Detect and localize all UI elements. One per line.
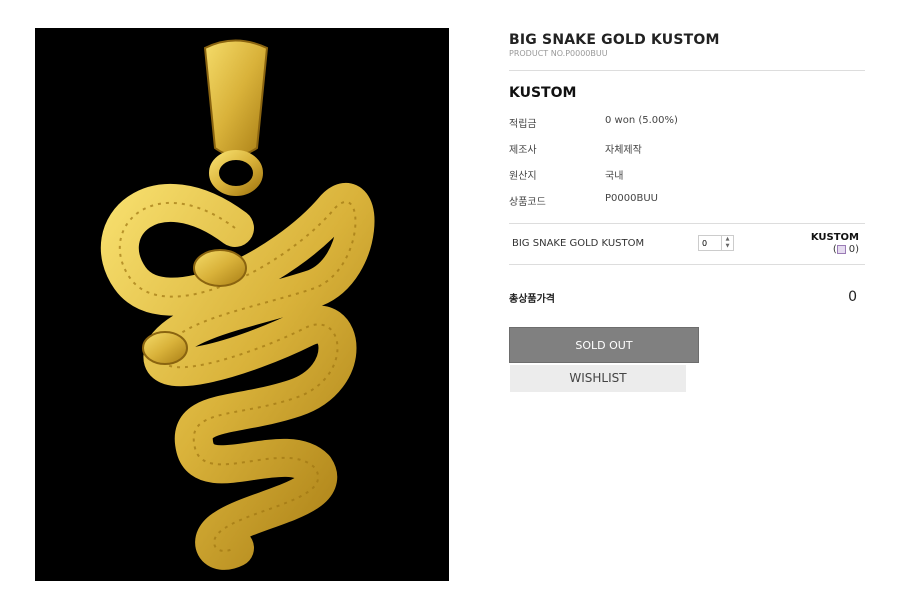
option-mileage: (0)	[811, 244, 859, 256]
quantity-up-icon[interactable]: ▲	[722, 236, 733, 243]
option-mileage-value: 0)	[848, 244, 859, 255]
wishlist-button[interactable]: WISHLIST	[510, 365, 686, 392]
spec-row-manufacturer: 제조사 자체제작	[509, 141, 865, 167]
snake-pendant-illustration	[100, 39, 375, 570]
spec-table: 적립금 0 won (5.00%) 제조사 자체제작 원산지 국내 상품코드 P…	[509, 115, 865, 219]
spec-value: 자체제작	[605, 145, 642, 156]
spec-value: P0000BUU	[605, 193, 658, 204]
option-row: BIG SNAKE GOLD KUSTOM ▲ ▼ KUSTOM (0)	[509, 223, 865, 265]
product-number: PRODUCT NO.P0000BUU	[509, 49, 608, 58]
spec-key: 적립금	[509, 119, 537, 130]
option-price-block: KUSTOM (0)	[811, 232, 859, 256]
option-price: KUSTOM	[810, 232, 859, 243]
product-image	[35, 28, 449, 581]
quantity-input[interactable]	[699, 236, 722, 250]
spec-row-mileage: 적립금 0 won (5.00%)	[509, 115, 865, 141]
spec-value: 0 won (5.00%)	[605, 115, 678, 126]
product-price: KUSTOM	[509, 85, 577, 101]
divider	[509, 70, 865, 71]
option-name: BIG SNAKE GOLD KUSTOM	[512, 238, 645, 249]
spec-row-code: 상품코드 P0000BUU	[509, 193, 865, 219]
spec-key: 원산지	[509, 171, 537, 182]
sold-out-button[interactable]: SOLD OUT	[509, 327, 699, 363]
total-price-label: 총상품가격	[509, 293, 555, 305]
mileage-icon	[836, 244, 846, 254]
total-price-row: 총상품가격 0	[509, 289, 865, 305]
spec-value: 국내	[605, 171, 624, 182]
product-info-panel: BIG SNAKE GOLD KUSTOM PRODUCT NO.P0000BU…	[509, 28, 865, 392]
quantity-spin: ▲ ▼	[721, 236, 733, 250]
product-title: BIG SNAKE GOLD KUSTOM	[509, 32, 720, 48]
total-price-value: 0	[848, 289, 857, 305]
quantity-down-icon[interactable]: ▼	[722, 243, 733, 250]
spec-row-origin: 원산지 국내	[509, 167, 865, 193]
quantity-stepper: ▲ ▼	[698, 235, 734, 251]
spec-key: 제조사	[509, 145, 537, 156]
spec-key: 상품코드	[509, 197, 546, 208]
